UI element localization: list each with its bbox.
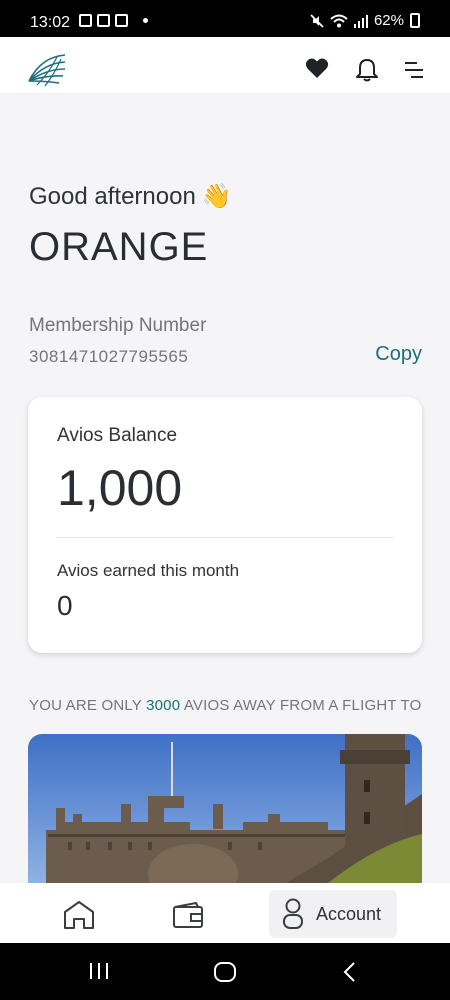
mute-icon [310,13,324,28]
notification-icons [79,14,148,27]
logo-icon[interactable] [27,53,67,87]
member-name: ORANGE [29,225,209,269]
destination-image[interactable] [28,734,422,883]
status-time: 13:02 [30,14,71,31]
gallery-notification-icon [79,14,92,27]
avios-earned-value: 0 [57,590,73,621]
battery-percent: 62% [373,12,404,29]
message-notification-icon [97,14,110,27]
home-icon[interactable] [62,900,96,930]
promo-suffix: AVIOS AWAY FROM A FLIGHT TO [183,697,422,714]
account-tab[interactable]: Account [269,890,397,938]
app-header [0,37,450,93]
wallet-icon[interactable] [172,901,204,929]
back-icon[interactable] [342,961,358,983]
flight-promo-text: YOU ARE ONLY 3000 AVIOS AWAY FROM A FLIG… [29,697,422,714]
greeting-text: Good afternoon [29,182,196,210]
system-status-icons: 62% [310,12,420,29]
recent-apps-icon[interactable] [88,961,110,981]
avios-earned-label: Avios earned this month [57,561,240,580]
battery-icon [410,13,420,28]
avios-balance-value: 1,000 [57,460,183,516]
greeting: Good afternoon 👋 [29,182,232,211]
heart-icon[interactable] [305,57,329,79]
signal-icon [353,14,368,28]
app-notification-icon [115,14,128,27]
status-bar: 13:02 62% [0,0,450,37]
user-icon [283,898,303,929]
membership-number: 3081471027795565 [29,347,189,366]
bell-icon[interactable] [355,57,379,83]
waving-hand-icon: 👋 [201,183,232,210]
card-divider [57,537,393,538]
wifi-icon [330,14,348,27]
promo-avios-amount: 3000 [146,697,181,714]
menu-icon[interactable] [405,61,423,79]
membership-label: Membership Number [29,315,207,336]
copy-button[interactable]: Copy [375,343,422,366]
avios-balance-label: Avios Balance [57,425,178,446]
home-circle-icon[interactable] [213,961,237,983]
promo-prefix: YOU ARE ONLY [29,697,142,714]
account-tab-label: Account [316,903,382,924]
bottom-navigation: Account [0,883,450,943]
avios-balance-card: Avios Balance 1,000 Avios earned this mo… [28,397,422,653]
more-notifications-icon [143,18,148,23]
system-navigation-bar [0,943,450,1000]
